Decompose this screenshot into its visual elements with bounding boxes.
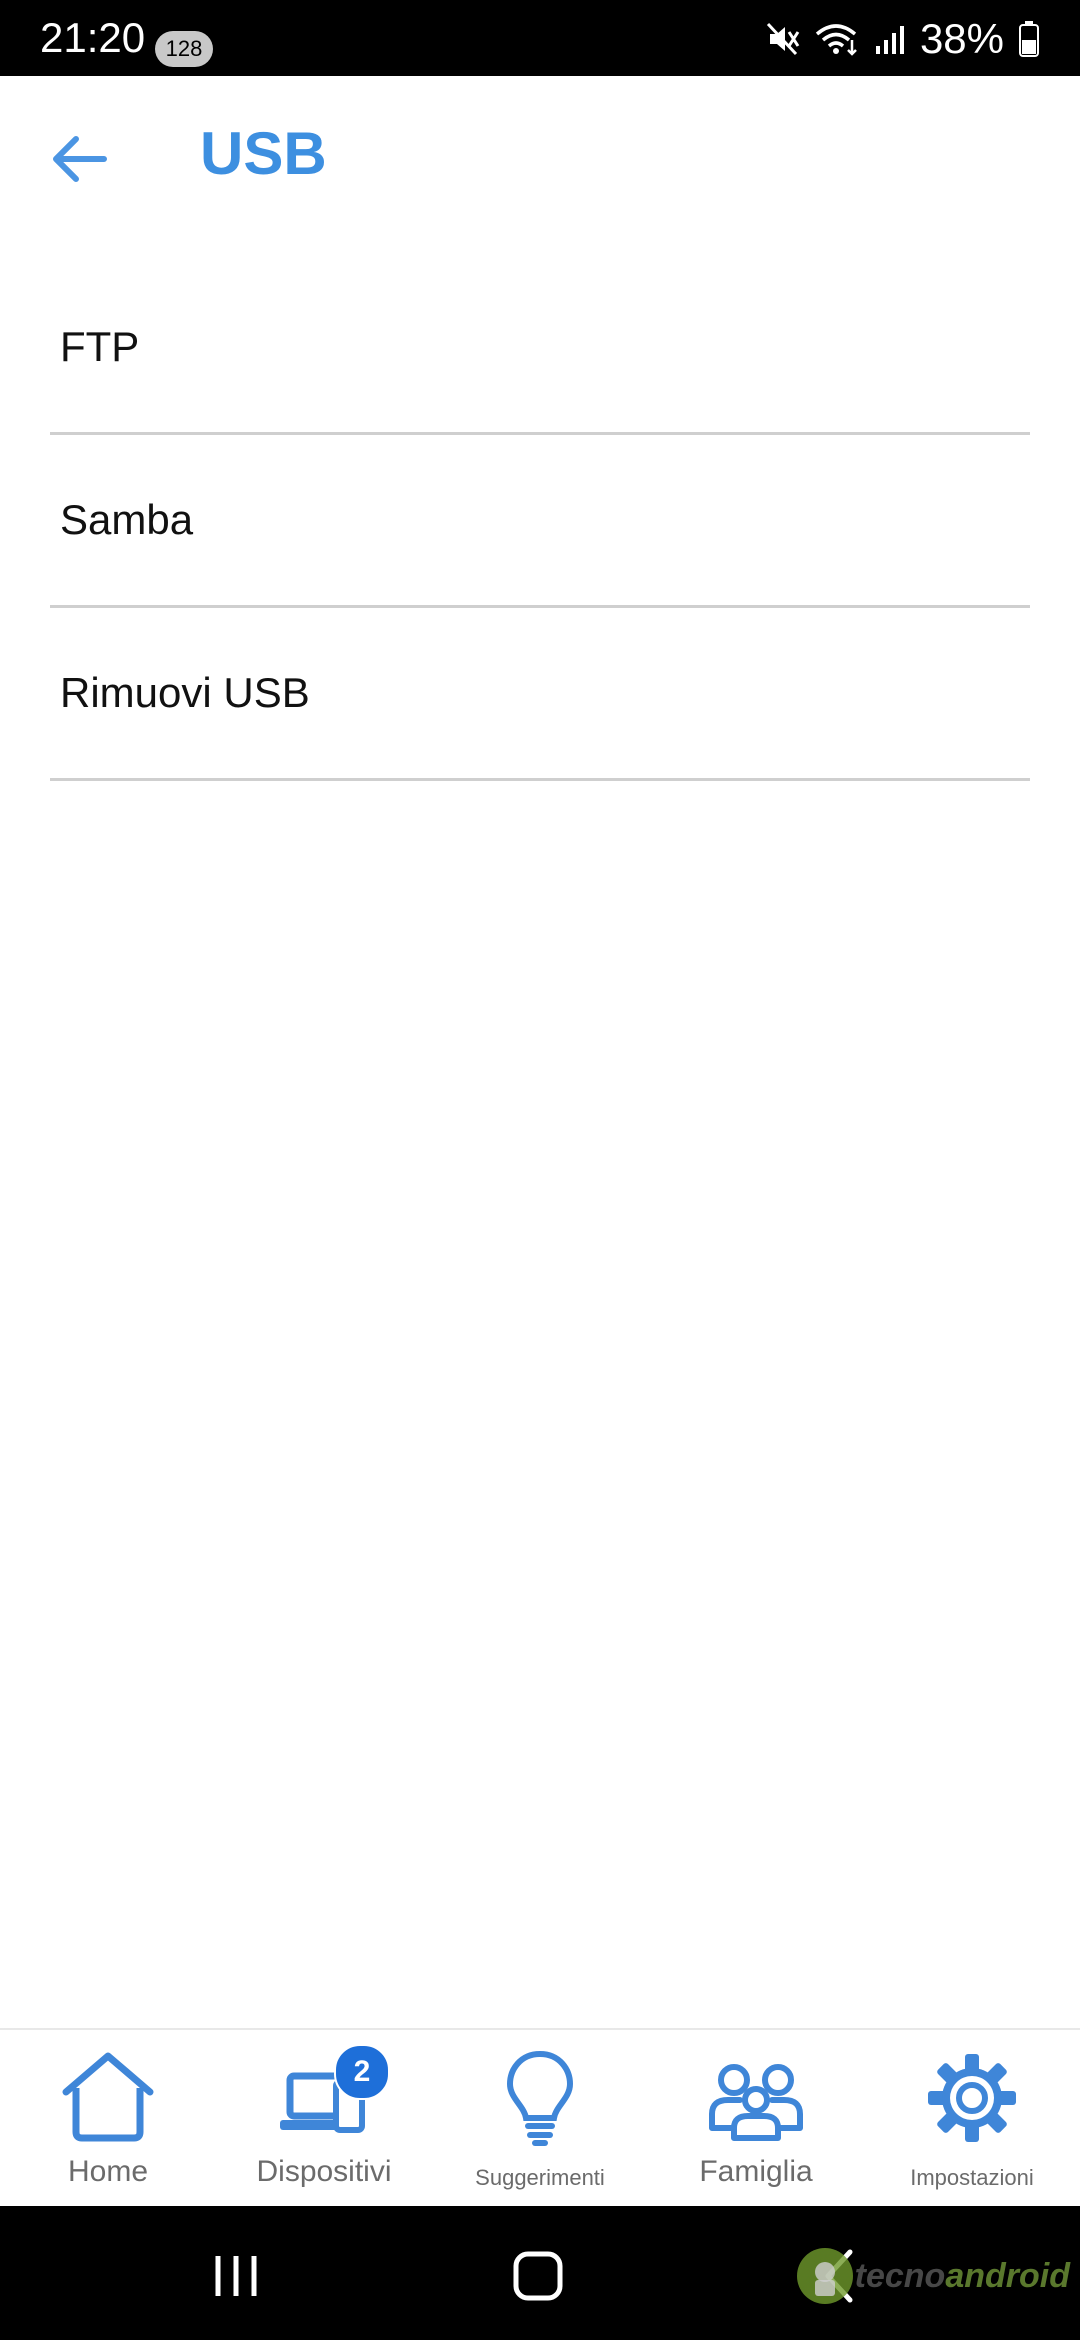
gear-icon [928,2054,1016,2142]
status-time: 21:20 [40,14,146,61]
nav-item-devices[interactable]: 2 Dispositivi [216,2030,432,2208]
list-item-samba[interactable]: Samba [50,435,1030,608]
watermark-suffix: android [945,2256,1070,2295]
nav-item-tips[interactable]: Suggerimenti [432,2030,648,2208]
nav-label: Dispositivi [256,2155,392,2188]
list-item-label: Rimuovi USB [60,669,310,716]
list-item-label: Samba [60,496,194,543]
list-item-label: FTP [60,323,140,370]
status-icons: 38% [766,14,1040,64]
battery-percent: 38% [919,15,1004,62]
wifi-icon [815,24,857,56]
signal-icon [875,26,904,54]
family-icon [709,2064,803,2141]
system-nav-bar: tecnoandroid [0,2206,1080,2340]
home-square-icon [513,2251,563,2301]
recents-button[interactable] [196,2236,276,2316]
battery-icon [1019,21,1039,57]
nav-item-family[interactable]: Famiglia [648,2030,864,2208]
watermark: tecnoandroid [795,2236,1070,2316]
nav-item-home[interactable]: Home [0,2030,216,2208]
app-header: USB [0,76,1080,236]
watermark-text: tecnoandroid [855,2257,1070,2296]
nav-label: Suggerimenti [475,2165,605,2190]
nav-label: Impostazioni [910,2165,1034,2190]
home-icon [62,2052,154,2142]
nav-item-settings[interactable]: Impostazioni [864,2030,1080,2208]
usb-options-list: FTP Samba Rimuovi USB [50,262,1030,781]
android-logo-icon [796,2248,853,2304]
home-system-button[interactable] [498,2236,578,2316]
status-bar: 21:20 128 38% [0,0,1080,76]
devices-count-badge: 2 [334,2044,390,2100]
list-item-ftp[interactable]: FTP [50,262,1030,435]
watermark-prefix: tecno [854,2256,946,2295]
mute-icon [766,22,800,56]
back-button[interactable] [46,126,112,192]
list-item-remove-usb[interactable]: Rimuovi USB [50,608,1030,781]
recents-icon [215,2256,257,2296]
bottom-nav: Home 2 Dispositivi Suggerimenti Famiglia… [0,2028,1080,2208]
nav-label: Home [67,2155,149,2188]
back-arrow-icon [53,136,107,182]
notification-count-badge: 128 [155,31,213,67]
page-title: USB [200,120,327,187]
nav-label: Famiglia [699,2155,813,2188]
lightbulb-icon [506,2050,574,2146]
